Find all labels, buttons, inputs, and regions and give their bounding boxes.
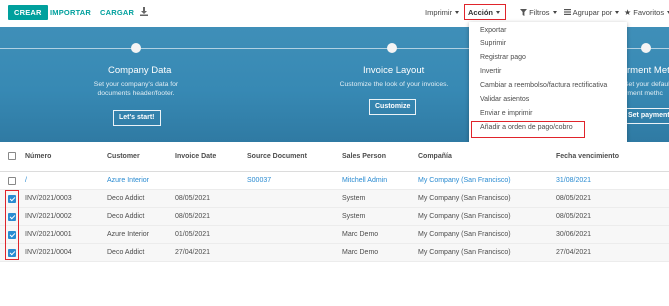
group-by-label: Agrupar por <box>572 8 613 17</box>
lets-start-button[interactable]: Let's start! <box>113 110 161 126</box>
menu-item-credit-note[interactable]: Cambiar a reembolso/factura rectificativ… <box>480 82 607 89</box>
cell-company: My Company (San Francisco) <box>418 195 511 202</box>
cell-sales-person: Mitchell Admin <box>342 177 388 184</box>
customize-button[interactable]: Customize <box>369 99 417 115</box>
cell-number: INV/2021/0001 <box>25 231 72 238</box>
step-title: rment Meth <box>627 65 669 76</box>
cell-due-date: 08/05/2021 <box>556 195 592 202</box>
cell-customer: Deco Addict <box>107 249 145 256</box>
cell-due-date: 31/08/2021 <box>556 177 592 184</box>
create-button[interactable]: CREAR <box>8 5 48 20</box>
column-header-number[interactable]: Número <box>25 153 51 160</box>
star-icon: ★ <box>624 8 632 17</box>
cell-number: INV/2021/0004 <box>25 249 72 256</box>
step-dot <box>641 43 651 53</box>
cell-number: INV/2021/0003 <box>25 195 72 202</box>
select-all-checkbox[interactable] <box>8 152 16 160</box>
cell-customer: Azure Interior <box>107 177 150 184</box>
caret-down-icon <box>615 11 620 14</box>
step-description: Customize the look of your invoices. <box>339 81 449 88</box>
favorites-label: Favoritos <box>633 8 665 17</box>
menu-item-reverse[interactable]: Invertir <box>480 68 501 75</box>
column-header-invoice-date[interactable]: Invoice Date <box>175 153 216 160</box>
cell-sales-person: Marc Demo <box>342 249 379 256</box>
print-dropdown[interactable]: Imprimir <box>425 6 460 19</box>
cell-customer: Azure Interior <box>107 231 150 238</box>
step-dot <box>387 43 397 53</box>
step-title: Invoice Layout <box>363 65 425 76</box>
table-row[interactable]: / Azure Interior S00037 Mitchell Admin M… <box>0 172 669 190</box>
table-row[interactable]: INV/2021/0003 Deco Addict 08/05/2021 Sys… <box>0 190 669 208</box>
action-highlight-box <box>464 4 506 20</box>
filters-dropdown[interactable]: Filtros <box>520 6 557 19</box>
step-description: Set your default cyment methc <box>624 81 669 97</box>
menu-item-delete[interactable]: Suprimir <box>480 40 506 47</box>
filters-label: Filtros <box>529 8 550 17</box>
menu-item-validate-entries[interactable]: Validar asientos <box>480 96 529 103</box>
download-icon[interactable] <box>140 7 148 16</box>
menu-item-register-payment[interactable]: Registrar pago <box>480 54 526 61</box>
import-button[interactable]: IMPORTAR <box>50 5 91 20</box>
cell-invoice-date: 08/05/2021 <box>175 213 211 220</box>
set-payments-button[interactable]: Set payments <box>622 108 669 124</box>
menu-item-highlight-box <box>471 121 585 138</box>
row-checkbox[interactable] <box>8 177 16 185</box>
step-description: Set your company's data for documents hea… <box>93 81 179 97</box>
cell-due-date: 27/04/2021 <box>556 249 592 256</box>
cell-customer: Deco Addict <box>107 195 145 202</box>
favorites-dropdown[interactable]: ★ Favoritos <box>624 6 669 19</box>
cell-due-date: 30/06/2021 <box>556 231 592 238</box>
print-label: Imprimir <box>425 8 453 17</box>
cell-invoice-date: 27/04/2021 <box>175 249 211 256</box>
cell-sales-person: Marc Demo <box>342 231 379 238</box>
checkbox-highlight-box <box>5 190 19 260</box>
cell-customer: Deco Addict <box>107 213 145 220</box>
cell-due-date: 08/05/2021 <box>556 213 592 220</box>
column-header-customer[interactable]: Customer <box>107 153 140 160</box>
column-header-due-date[interactable]: Fecha vencimiento <box>556 153 619 160</box>
cell-sales-person: System <box>342 213 366 220</box>
upload-button[interactable]: CARGAR <box>100 5 134 20</box>
caret-down-icon <box>455 11 460 14</box>
cell-number: INV/2021/0002 <box>25 213 72 220</box>
column-header-source-document[interactable]: Source Document <box>247 153 307 160</box>
cell-invoice-date: 01/05/2021 <box>175 231 211 238</box>
table-row[interactable]: INV/2021/0002 Deco Addict 08/05/2021 Sys… <box>0 208 669 226</box>
step-title: Company Data <box>108 65 172 76</box>
cell-source-document: S00037 <box>247 177 272 184</box>
caret-down-icon <box>552 11 557 14</box>
cell-invoice-date: 08/05/2021 <box>175 195 211 202</box>
table-row[interactable]: INV/2021/0001 Azure Interior 01/05/2021 … <box>0 226 669 244</box>
cell-company: My Company (San Francisco) <box>418 231 511 238</box>
cell-company: My Company (San Francisco) <box>418 177 511 184</box>
step-dot <box>131 43 141 53</box>
cell-company: My Company (San Francisco) <box>418 249 511 256</box>
column-header-company[interactable]: Compañía <box>418 153 452 160</box>
menu-item-send-print[interactable]: Enviar e imprimir <box>480 110 533 117</box>
column-header-sales-person[interactable]: Sales Person <box>342 153 386 160</box>
cell-sales-person: System <box>342 195 366 202</box>
group-by-dropdown[interactable]: Agrupar por <box>564 6 620 19</box>
table-row[interactable]: INV/2021/0004 Deco Addict 27/04/2021 Mar… <box>0 244 669 262</box>
menu-item-export[interactable]: Exportar <box>480 27 506 34</box>
filter-icon <box>520 9 527 16</box>
cell-number: / <box>25 177 27 184</box>
cell-company: My Company (San Francisco) <box>418 213 511 220</box>
bars-icon <box>564 9 571 15</box>
